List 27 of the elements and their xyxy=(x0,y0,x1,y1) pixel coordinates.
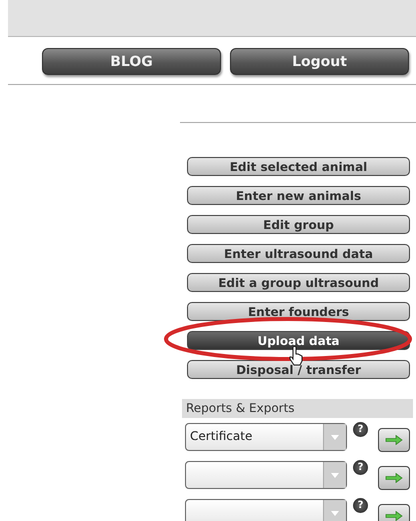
help-icon[interactable]: ? xyxy=(353,460,368,475)
menu-button[interactable]: Disposal / transfer xyxy=(187,360,410,379)
menu-button[interactable]: Enter ultrasound data xyxy=(187,244,410,263)
section-header: Reports & Exports xyxy=(182,399,413,418)
menu-button[interactable]: Enter new animals xyxy=(187,186,410,205)
header-button[interactable]: Logout xyxy=(230,48,409,75)
report-dropdown[interactable]: Certificate xyxy=(185,423,347,451)
menu-button[interactable]: Edit group xyxy=(187,215,410,234)
caret-icon xyxy=(331,510,339,516)
arrow-icon xyxy=(385,435,403,445)
go-button[interactable] xyxy=(378,466,410,490)
hand-cursor-icon xyxy=(289,346,303,366)
arrow-icon xyxy=(385,473,403,483)
go-button[interactable] xyxy=(378,428,410,452)
report-dropdown[interactable] xyxy=(185,461,347,489)
report-dropdown[interactable] xyxy=(185,499,347,521)
menu-button[interactable]: Edit a group ultrasound xyxy=(187,273,410,292)
menu-button[interactable]: Edit selected animal xyxy=(187,157,410,176)
go-button[interactable] xyxy=(378,504,410,521)
menu-button[interactable]: Enter founders xyxy=(187,302,410,321)
caret-icon xyxy=(331,434,339,440)
arrow-icon xyxy=(385,511,403,521)
caret-icon xyxy=(331,472,339,478)
header-button[interactable]: BLOG xyxy=(42,48,221,75)
menu-button[interactable]: Upload data xyxy=(187,331,410,350)
help-icon[interactable]: ? xyxy=(353,422,368,437)
help-icon[interactable]: ? xyxy=(353,498,368,513)
